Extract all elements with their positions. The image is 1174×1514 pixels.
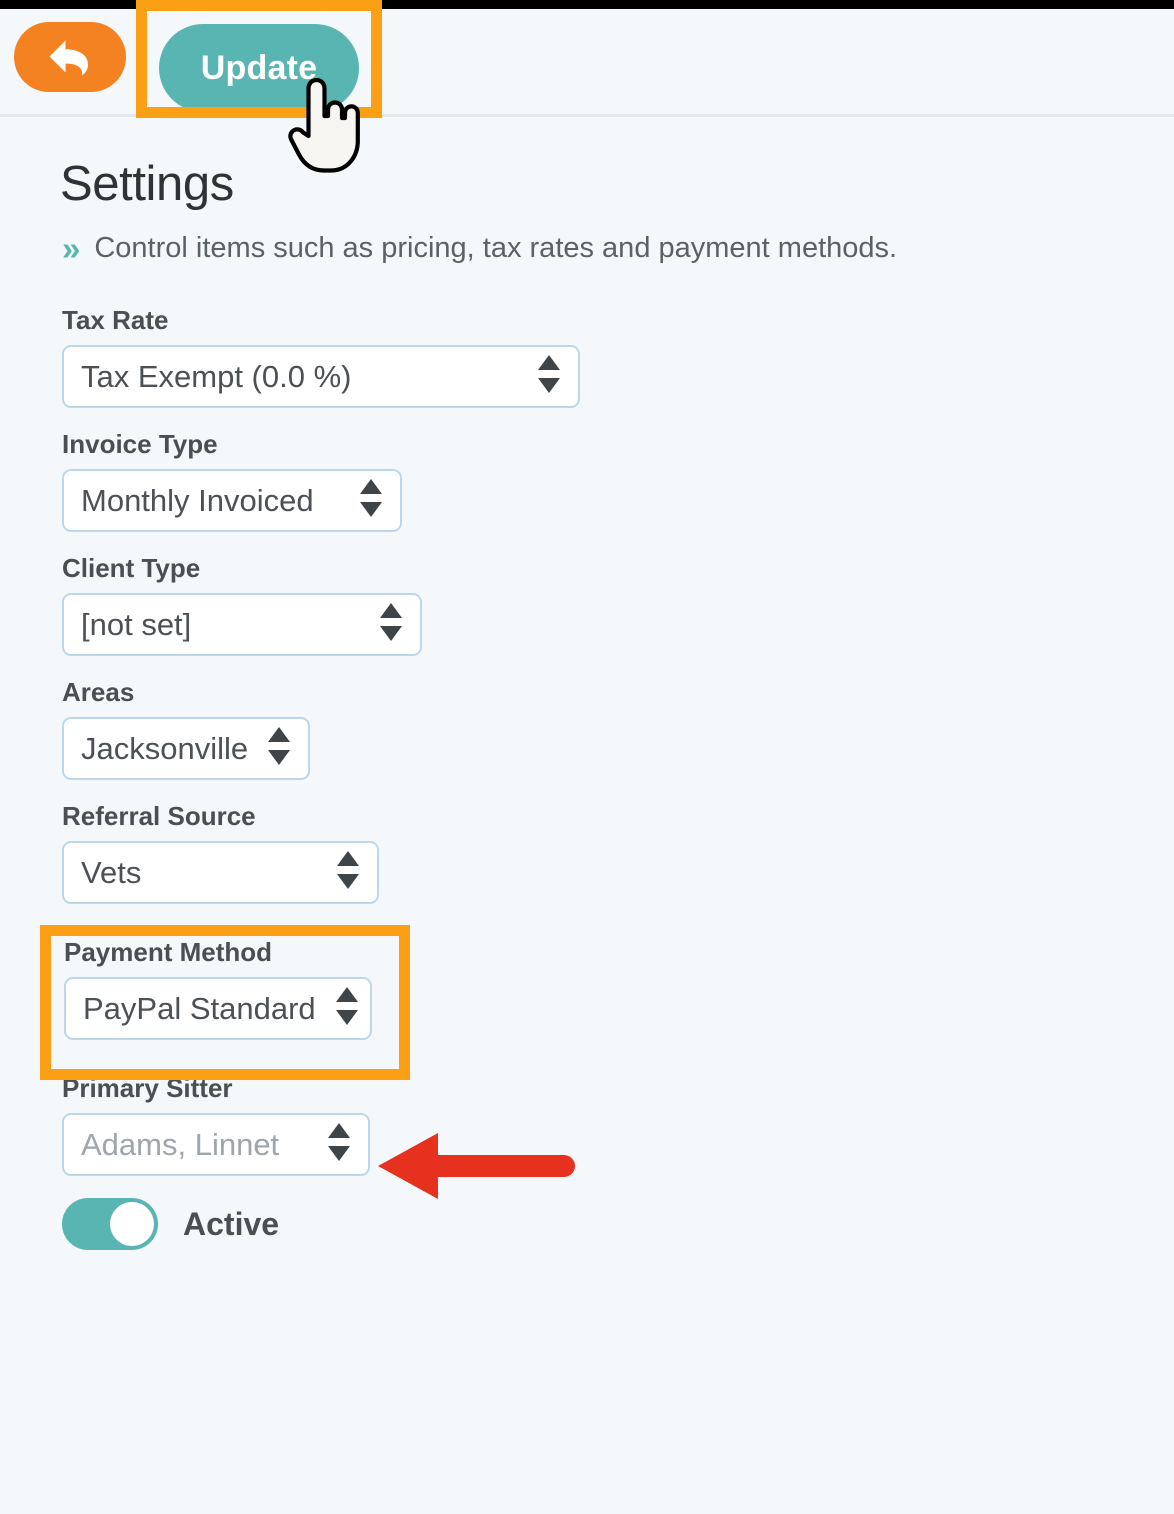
field-label-tax-rate: Tax Rate: [62, 305, 169, 335]
active-toggle-row: Active: [62, 1198, 1174, 1250]
page-subtitle-row: » Control items such as pricing, tax rat…: [0, 212, 1174, 265]
referral-source-value: Vets: [81, 854, 142, 890]
page-subtitle: Control items such as pricing, tax rates…: [94, 232, 898, 264]
payment-method-select[interactable]: PayPal Standard: [64, 977, 372, 1040]
invoice-type-select[interactable]: Monthly Invoiced: [62, 469, 402, 532]
active-toggle-label: Active: [183, 1205, 280, 1242]
payment-method-value: PayPal Standard: [83, 990, 316, 1026]
field-payment-method: Payment Method PayPal Standard: [40, 925, 432, 1080]
reply-arrow-icon: [45, 36, 95, 78]
client-type-select[interactable]: [not set]: [62, 593, 422, 656]
field-label-payment-method: Payment Method: [64, 937, 273, 967]
field-client-type: Client Type [not set]: [62, 553, 1174, 656]
referral-source-select[interactable]: Vets: [62, 841, 379, 904]
field-label-referral-source: Referral Source: [62, 801, 256, 831]
page-content: Settings » Control items such as pricing…: [0, 120, 1174, 1250]
field-label-invoice-type: Invoice Type: [62, 429, 218, 459]
field-label-client-type: Client Type: [62, 553, 201, 583]
field-label-areas: Areas: [62, 677, 135, 707]
primary-sitter-select[interactable]: Adams, Linnet: [62, 1113, 370, 1176]
action-bar: Update: [0, 9, 1174, 117]
field-label-primary-sitter: Primary Sitter: [62, 1073, 233, 1103]
stepper-icon: [335, 849, 361, 896]
client-type-value: [not set]: [81, 606, 192, 642]
toggle-knob: [110, 1202, 154, 1246]
stepper-icon: [358, 477, 384, 524]
field-areas: Areas Jacksonville: [62, 677, 1174, 780]
stepper-icon: [326, 1121, 352, 1168]
back-button[interactable]: [14, 22, 126, 92]
field-tax-rate: Tax Rate Tax Exempt (0.0 %): [62, 305, 1174, 408]
tax-rate-select[interactable]: Tax Exempt (0.0 %): [62, 345, 580, 408]
page-title: Settings: [60, 157, 234, 211]
tax-rate-value: Tax Exempt (0.0 %): [81, 358, 352, 394]
areas-value: Jacksonville: [81, 730, 249, 766]
update-button[interactable]: Update: [159, 24, 359, 112]
primary-sitter-value: Adams, Linnet: [81, 1126, 280, 1162]
top-black-strip: [0, 0, 1174, 9]
double-chevron-right-icon: »: [62, 230, 80, 267]
stepper-icon: [334, 985, 360, 1032]
active-toggle[interactable]: [62, 1198, 158, 1250]
field-primary-sitter: Primary Sitter Adams, Linnet: [62, 1073, 1174, 1176]
invoice-type-value: Monthly Invoiced: [81, 482, 314, 518]
field-invoice-type: Invoice Type Monthly Invoiced: [62, 429, 1174, 532]
areas-select[interactable]: Jacksonville: [62, 717, 310, 780]
stepper-icon: [536, 353, 562, 400]
stepper-icon: [378, 601, 404, 648]
field-referral-source: Referral Source Vets: [62, 801, 1174, 904]
settings-form: Tax Rate Tax Exempt (0.0 %) Invoice Type…: [0, 265, 1174, 1250]
stepper-icon: [266, 725, 292, 772]
